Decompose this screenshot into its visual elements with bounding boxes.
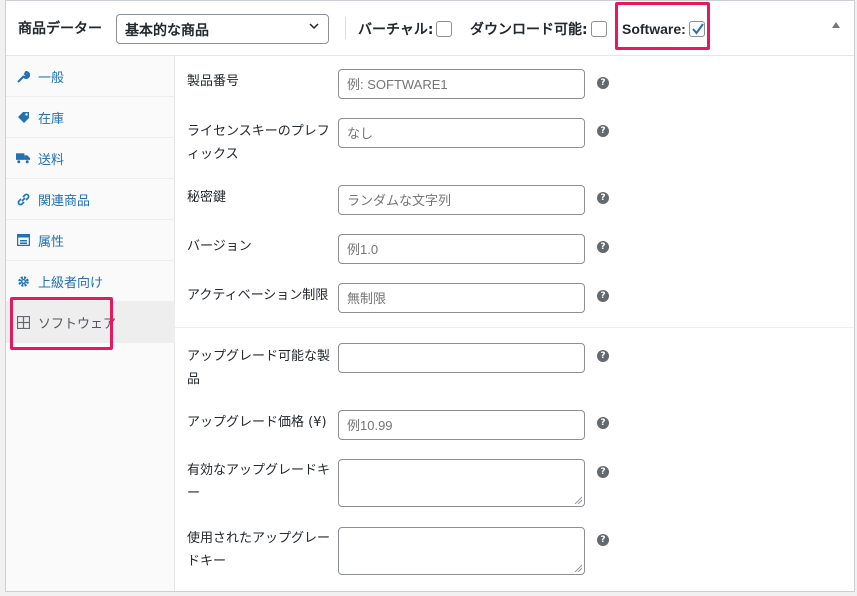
product-data-header: 商品データー 基本的な商品 バーチャル: ダウンロード可能: Software: xyxy=(6,1,854,56)
virtual-checkbox[interactable] xyxy=(436,21,453,37)
product-data-panel: 商品データー 基本的な商品 バーチャル: ダウンロード可能: Software: xyxy=(5,0,855,592)
used-upgrade-keys-label: 使用されたアップグレードキー xyxy=(187,531,331,569)
upgrade-price-label: アップグレード価格 (¥) xyxy=(187,415,327,430)
software-checkbox[interactable] xyxy=(688,21,705,37)
help-icon[interactable]: ? xyxy=(597,241,609,253)
software-option[interactable]: Software: xyxy=(622,18,705,40)
help-icon[interactable]: ? xyxy=(597,290,609,302)
help-icon[interactable]: ? xyxy=(597,125,609,137)
virtual-label: バーチャル: xyxy=(358,22,434,38)
checkmark-icon xyxy=(692,23,704,35)
help-icon[interactable]: ? xyxy=(597,350,609,362)
tab-label: 在庫 xyxy=(38,111,65,127)
tab-label: 関連商品 xyxy=(38,193,91,209)
product-type-value: 基本的な商品 xyxy=(125,23,209,39)
downloadable-label: ダウンロード可能: xyxy=(470,22,588,38)
upgrade-price-input[interactable] xyxy=(338,410,585,440)
product-id-input[interactable] xyxy=(338,69,585,99)
list-icon xyxy=(16,233,30,247)
valid-upgrade-keys-label: 有効なアップグレードキー xyxy=(187,463,331,501)
tab-linked-products[interactable]: 関連商品 xyxy=(6,179,175,220)
product-type-select[interactable]: 基本的な商品 xyxy=(116,14,329,44)
activation-limit-input[interactable] xyxy=(338,283,585,313)
upgradable-product-input[interactable] xyxy=(338,343,585,373)
tab-label: 上級者向け xyxy=(38,275,104,291)
truck-icon xyxy=(16,151,30,165)
help-icon[interactable]: ? xyxy=(597,192,609,204)
panel-title: 商品データー xyxy=(18,21,102,37)
tab-shipping[interactable]: 送料 xyxy=(6,138,175,179)
collapse-panel-icon[interactable] xyxy=(832,22,840,28)
secret-key-label: 秘密鍵 xyxy=(187,190,227,205)
software-label: Software: xyxy=(622,21,686,37)
header-separator xyxy=(345,17,346,39)
tab-general[interactable]: 一般 xyxy=(6,56,175,97)
tab-label: 一般 xyxy=(38,70,65,86)
valid-upgrade-keys-textarea[interactable] xyxy=(338,459,585,507)
help-icon[interactable]: ? xyxy=(597,466,609,478)
help-icon[interactable]: ? xyxy=(597,534,609,546)
gear-icon xyxy=(16,274,30,288)
resize-grip-icon[interactable] xyxy=(574,564,582,572)
tab-label: 属性 xyxy=(38,234,65,250)
activation-limit-label: アクティベーション制限 xyxy=(187,288,329,303)
product-data-tabs: 一般 在庫 送料 関連商品 属性 上級者向け ソフトウェア xyxy=(6,56,175,591)
virtual-option[interactable]: バーチャル: xyxy=(358,18,453,40)
product-id-label: 製品番号 xyxy=(187,74,240,89)
version-label: バージョン xyxy=(187,239,252,254)
downloadable-option[interactable]: ダウンロード可能: xyxy=(470,18,607,40)
downloadable-checkbox[interactable] xyxy=(590,21,607,37)
software-tab-highlight-box xyxy=(10,297,113,350)
tag-icon xyxy=(16,110,30,124)
tab-advanced[interactable]: 上級者向け xyxy=(6,261,175,302)
secret-key-input[interactable] xyxy=(338,185,585,215)
help-icon[interactable]: ? xyxy=(597,77,609,89)
upgradable-product-label: アップグレード可能な製品 xyxy=(187,349,331,387)
license-prefix-label: ライセンスキーのプレフィックス xyxy=(187,124,330,162)
license-prefix-input[interactable] xyxy=(338,118,585,148)
used-upgrade-keys-textarea[interactable] xyxy=(338,527,585,575)
resize-grip-icon[interactable] xyxy=(574,496,582,504)
section-divider xyxy=(175,327,854,328)
chevron-down-icon xyxy=(309,23,319,30)
version-input[interactable] xyxy=(338,234,585,264)
wrench-icon xyxy=(16,69,30,83)
tab-label: 送料 xyxy=(38,152,65,168)
tab-attributes[interactable]: 属性 xyxy=(6,220,175,261)
help-icon[interactable]: ? xyxy=(597,417,609,429)
link-icon xyxy=(16,192,30,206)
tab-inventory[interactable]: 在庫 xyxy=(6,97,175,138)
